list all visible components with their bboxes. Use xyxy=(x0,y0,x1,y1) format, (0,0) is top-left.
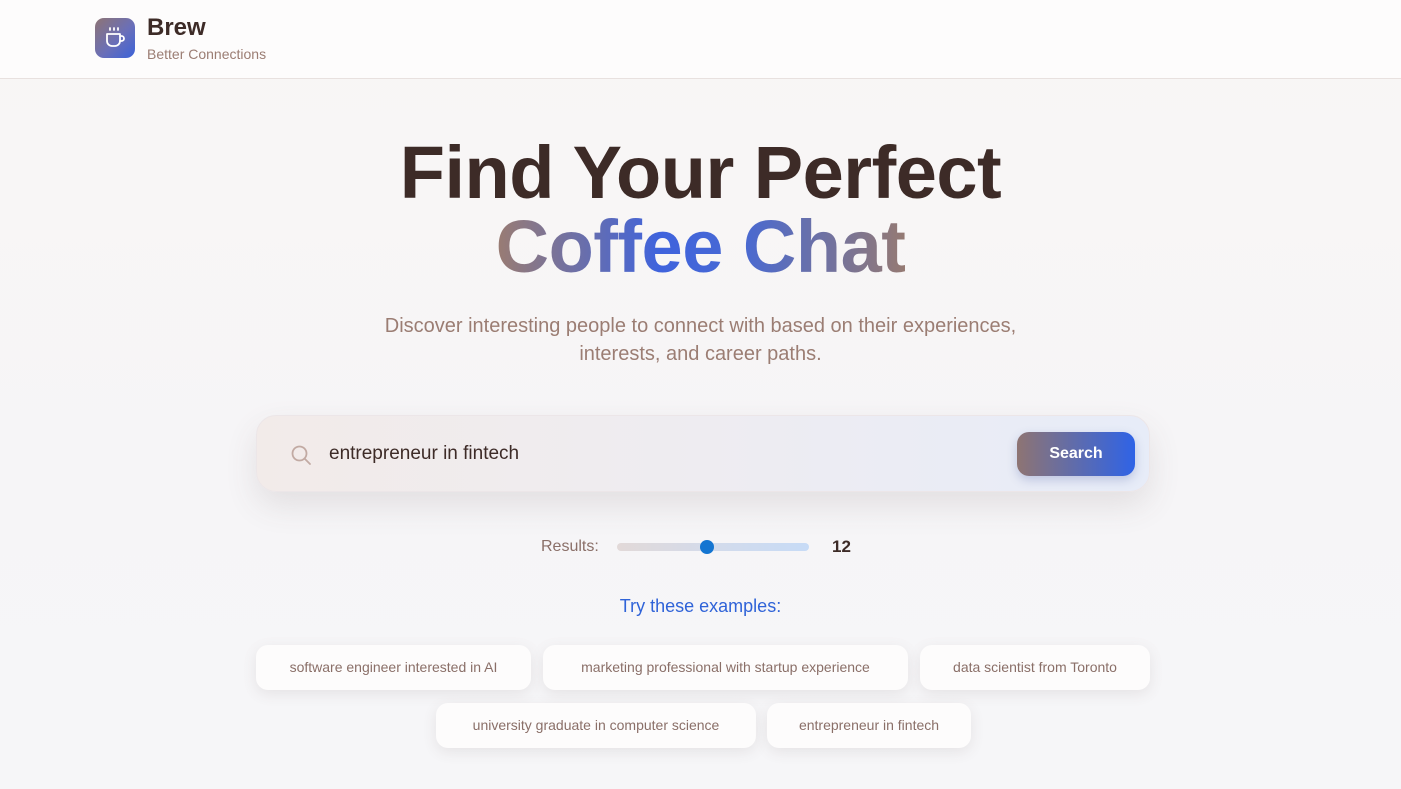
hero-subtitle: Discover interesting people to connect w… xyxy=(350,312,1051,368)
brand-tagline: Better Connections xyxy=(147,46,267,62)
examples-title: Try these examples: xyxy=(619,596,782,616)
hero-title-line2: Coffee Chat xyxy=(0,204,1401,289)
example-chip[interactable]: marketing professional with startup expe… xyxy=(543,645,908,690)
example-chip[interactable]: data scientist from Toronto xyxy=(920,645,1150,690)
slider-thumb[interactable] xyxy=(700,540,715,554)
subtitle-line2: interests, and career paths. xyxy=(579,343,822,365)
results-value: 12 xyxy=(832,537,851,556)
brand-logo[interactable] xyxy=(95,18,135,58)
subtitle-line1: Discover interesting people to connect w… xyxy=(384,315,1017,337)
example-chip[interactable]: entrepreneur in fintech xyxy=(767,703,971,748)
example-chip[interactable]: software engineer interested in AI xyxy=(256,645,531,690)
top-header: Brew Better Connections xyxy=(0,0,1401,79)
brand-name[interactable]: Brew xyxy=(147,14,206,42)
results-slider[interactable] xyxy=(617,540,809,554)
search-input[interactable] xyxy=(329,432,989,476)
hero-gradient-text: Coffee Chat xyxy=(495,205,906,288)
hero-title-line1: Find Your Perfect xyxy=(399,131,1002,214)
results-label: Results: xyxy=(541,538,599,555)
search-bar: Search xyxy=(256,415,1150,492)
example-chip[interactable]: university graduate in computer science xyxy=(436,703,756,748)
coffee-cup-icon xyxy=(106,27,125,47)
search-icon xyxy=(291,445,311,465)
search-button[interactable]: Search xyxy=(1017,432,1135,476)
